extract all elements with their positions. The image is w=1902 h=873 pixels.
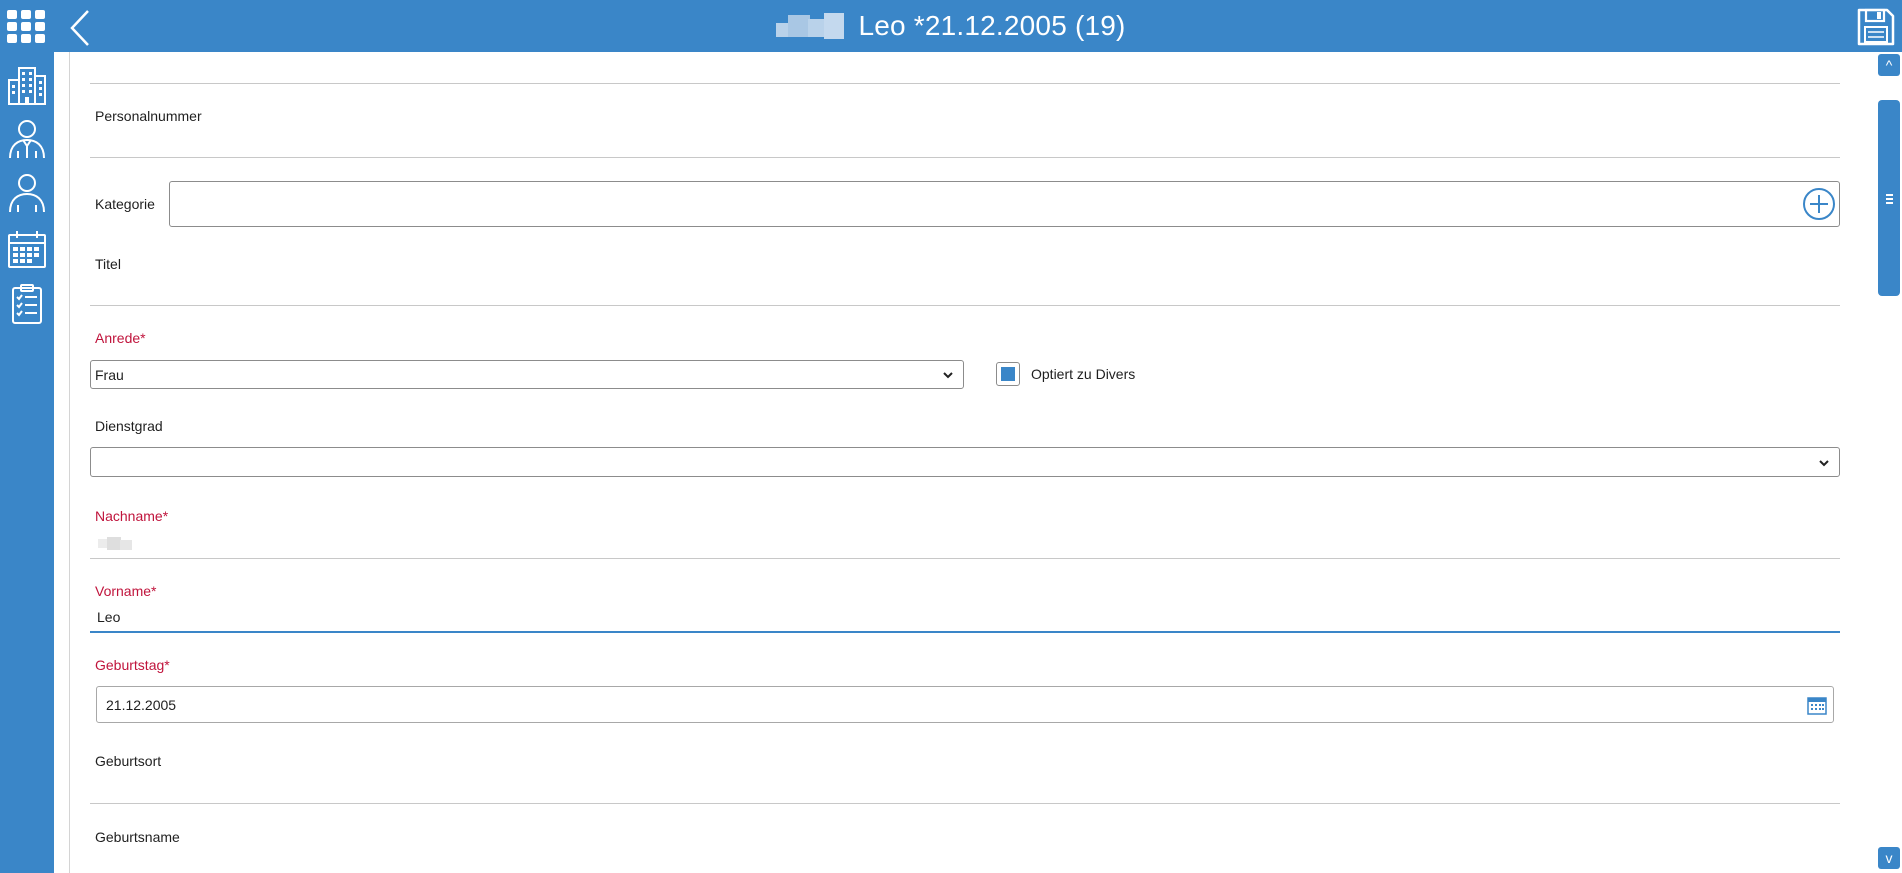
vorname-label: Vorname*	[95, 583, 157, 599]
thumb-grip	[1886, 198, 1893, 200]
top-bar: Leo *21.12.2005 (19)	[0, 0, 1902, 52]
employee-icon[interactable]	[5, 118, 49, 162]
calendar-picker-icon[interactable]	[1807, 695, 1827, 715]
personalnummer-underline[interactable]	[90, 157, 1840, 158]
left-sidebar	[0, 52, 54, 873]
geburtsort-label: Geburtsort	[95, 753, 162, 769]
nachname-underline[interactable]	[90, 558, 1840, 559]
anrede-label: Anrede*	[95, 330, 146, 346]
nachname-label: Nachname*	[95, 508, 169, 524]
chevron-down-icon	[943, 372, 953, 379]
dienstgrad-select[interactable]	[90, 447, 1840, 477]
geburtsname-label: Geburtsname	[95, 829, 180, 845]
titel-label: Titel	[95, 256, 121, 272]
redacted-nachname-blur	[98, 536, 132, 550]
thumb-grip	[1886, 202, 1893, 204]
geburtstag-value: 21.12.2005	[106, 697, 177, 713]
kategorie-field[interactable]	[169, 181, 1840, 227]
content-left-border	[69, 52, 70, 873]
anrede-selected-value: Frau	[95, 367, 124, 383]
building-icon[interactable]	[5, 64, 49, 108]
kategorie-label: Kategorie	[95, 196, 155, 212]
anrede-select[interactable]: Frau	[90, 360, 964, 389]
page-title-text: Leo *21.12.2005 (19)	[858, 10, 1126, 41]
scroll-up-button[interactable]: ^	[1878, 54, 1900, 76]
redacted-surname-blur	[776, 11, 848, 41]
vorname-input[interactable]: Leo	[97, 609, 120, 625]
titel-underline[interactable]	[90, 305, 1840, 306]
scroll-thumb[interactable]	[1878, 100, 1900, 296]
chevron-down-icon	[1819, 460, 1829, 467]
thumb-grip	[1886, 194, 1893, 196]
page-title: Leo *21.12.2005 (19)	[0, 0, 1902, 52]
divers-checkbox[interactable]	[996, 362, 1020, 386]
add-circle-plus-icon[interactable]	[1802, 187, 1836, 221]
vorname-underline-focused	[90, 631, 1840, 633]
form-area: Personalnummer Kategorie Titel Anrede* F…	[54, 52, 1860, 873]
checkbox-fill	[1001, 367, 1015, 381]
geburtsort-underline[interactable]	[90, 803, 1840, 804]
save-floppy-disk-icon[interactable]	[1856, 6, 1896, 48]
scroll-down-button[interactable]: v	[1878, 847, 1900, 869]
geburtstag-date-field[interactable]: 21.12.2005	[96, 686, 1834, 723]
person-icon[interactable]	[5, 172, 49, 216]
personalnummer-label: Personalnummer	[95, 108, 202, 124]
clipboard-checklist-icon[interactable]	[5, 282, 49, 326]
geburtstag-label: Geburtstag*	[95, 657, 170, 673]
dienstgrad-label: Dienstgrad	[95, 418, 163, 434]
vertical-scrollbar[interactable]: ^ v	[1860, 52, 1902, 873]
divider	[90, 83, 1840, 84]
divers-label: Optiert zu Divers	[1031, 366, 1136, 382]
calendar-icon[interactable]	[5, 228, 49, 272]
